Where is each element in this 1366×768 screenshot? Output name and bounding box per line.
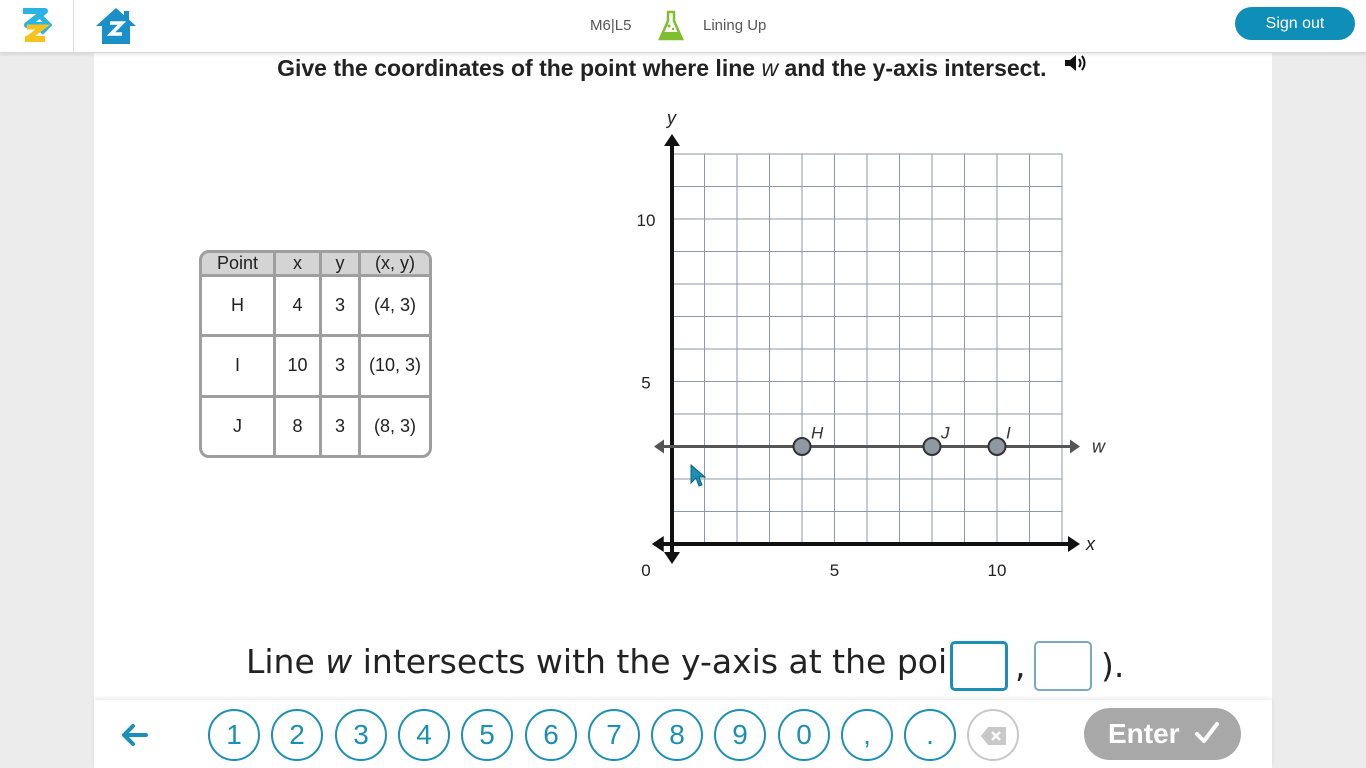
- table-cell: 3: [322, 337, 358, 395]
- delete-key[interactable]: [967, 709, 1019, 761]
- y-coordinate-input[interactable]: [1034, 641, 1092, 691]
- key-2[interactable]: 2: [271, 709, 323, 761]
- key-8[interactable]: 8: [651, 709, 703, 761]
- back-button[interactable]: [118, 718, 152, 752]
- y-axis-arrow: [664, 134, 680, 146]
- table-cell: 8: [276, 397, 319, 455]
- table-cell: (8, 3): [361, 397, 429, 455]
- key-4[interactable]: 4: [398, 709, 450, 761]
- table-row: I 10 3 (10, 3): [202, 337, 429, 395]
- y-axis-arrow-down: [664, 552, 680, 564]
- table-cell: 10: [276, 337, 319, 395]
- top-bar: M6|L5 Lining Up Sign out: [0, 0, 1366, 53]
- answer-close: ).: [1101, 646, 1125, 685]
- x-tick-label: 0: [641, 561, 650, 580]
- graph-grid: [672, 153, 1063, 544]
- table-cell: H: [202, 277, 273, 335]
- answer-sentence: Line w intersects with the y-axis at the…: [246, 642, 1004, 681]
- key-5[interactable]: 5: [461, 709, 513, 761]
- key-comma[interactable]: ,: [841, 709, 893, 761]
- answer-comma: ,: [1015, 646, 1026, 685]
- backspace-icon: [981, 727, 1006, 745]
- line-w-label: w: [1092, 437, 1106, 457]
- point-label-H: H: [811, 424, 824, 443]
- sign-out-button[interactable]: Sign out: [1235, 7, 1355, 40]
- x-tick-label: 10: [988, 561, 1007, 580]
- table-header: y: [322, 253, 358, 274]
- enter-label: Enter: [1108, 718, 1180, 749]
- flask-icon: [658, 10, 684, 41]
- key-7[interactable]: 7: [588, 709, 640, 761]
- arrow-left-icon: [122, 724, 148, 746]
- mouse-cursor-icon: [690, 464, 706, 487]
- answer-text-before: Line: [246, 642, 326, 681]
- table-header: x: [276, 253, 319, 274]
- graph-tick-labels: 0 5 10 5 10: [637, 211, 1007, 580]
- table-row: H 4 3 (4, 3): [202, 277, 429, 335]
- points-table: Point x y (x, y) H 4 3 (4, 3) I 10 3 (10…: [199, 250, 432, 458]
- table-cell: 4: [276, 277, 319, 335]
- home-icon: [96, 8, 136, 44]
- enter-button[interactable]: Enter: [1084, 708, 1241, 760]
- y-axis-label: y: [665, 108, 677, 128]
- lesson-title: Lining Up: [703, 17, 767, 34]
- table-header: Point: [202, 253, 273, 274]
- checkmark-icon: [1195, 722, 1219, 743]
- question-prompt: Give the coordinates of the point where …: [0, 52, 1366, 82]
- point-label-I: I: [1006, 424, 1011, 443]
- key-3[interactable]: 3: [335, 709, 387, 761]
- answer-text-after: intersects with the y-axis at the point …: [352, 642, 1005, 681]
- answer-variable: w: [325, 642, 353, 681]
- point-J: [922, 437, 942, 456]
- y-tick-label: 5: [641, 374, 650, 393]
- table-header-row: Point x y (x, y): [202, 253, 429, 274]
- key-9[interactable]: 9: [714, 709, 766, 761]
- table-cell: 3: [322, 277, 358, 335]
- question-text-after: and the y-axis intersect.: [778, 55, 1047, 81]
- table-cell: (10, 3): [361, 337, 429, 395]
- zearn-logo-icon: [23, 8, 53, 42]
- home-button[interactable]: [94, 6, 138, 46]
- line-w-arrow-left: [654, 439, 664, 454]
- key-decimal[interactable]: .: [904, 709, 956, 761]
- point-H: [792, 437, 812, 456]
- line-w-arrow-right: [1070, 439, 1080, 454]
- speaker-icon: [1064, 55, 1086, 71]
- x-axis-label: x: [1085, 534, 1096, 554]
- x-coordinate-input[interactable]: [950, 641, 1008, 691]
- question-variable: w: [761, 55, 779, 81]
- table-cell: J: [202, 397, 273, 455]
- table-row: J 8 3 (8, 3): [202, 397, 429, 455]
- question-text-before: Give the coordinates of the point where …: [277, 55, 762, 81]
- table-cell: (4, 3): [361, 277, 429, 335]
- table-cell: 3: [322, 397, 358, 455]
- graph-points: HJI: [792, 424, 1011, 456]
- x-tick-label: 5: [830, 561, 839, 580]
- point-label-J: J: [940, 424, 950, 443]
- x-axis-arrow: [1068, 536, 1080, 552]
- table-header: (x, y): [361, 253, 429, 274]
- audio-button[interactable]: [1063, 52, 1089, 79]
- point-I: [987, 437, 1007, 456]
- key-0[interactable]: 0: [778, 709, 830, 761]
- y-tick-label: 10: [637, 211, 656, 230]
- lesson-code: M6|L5: [590, 17, 632, 34]
- key-6[interactable]: 6: [525, 709, 577, 761]
- table-cell: I: [202, 337, 273, 395]
- x-axis-arrow-left: [651, 536, 664, 552]
- zearn-logo[interactable]: [0, 0, 74, 53]
- coordinate-graph: 0 5 10 5 10 H J I x y w: [637, 108, 1106, 580]
- key-1[interactable]: 1: [208, 709, 260, 761]
